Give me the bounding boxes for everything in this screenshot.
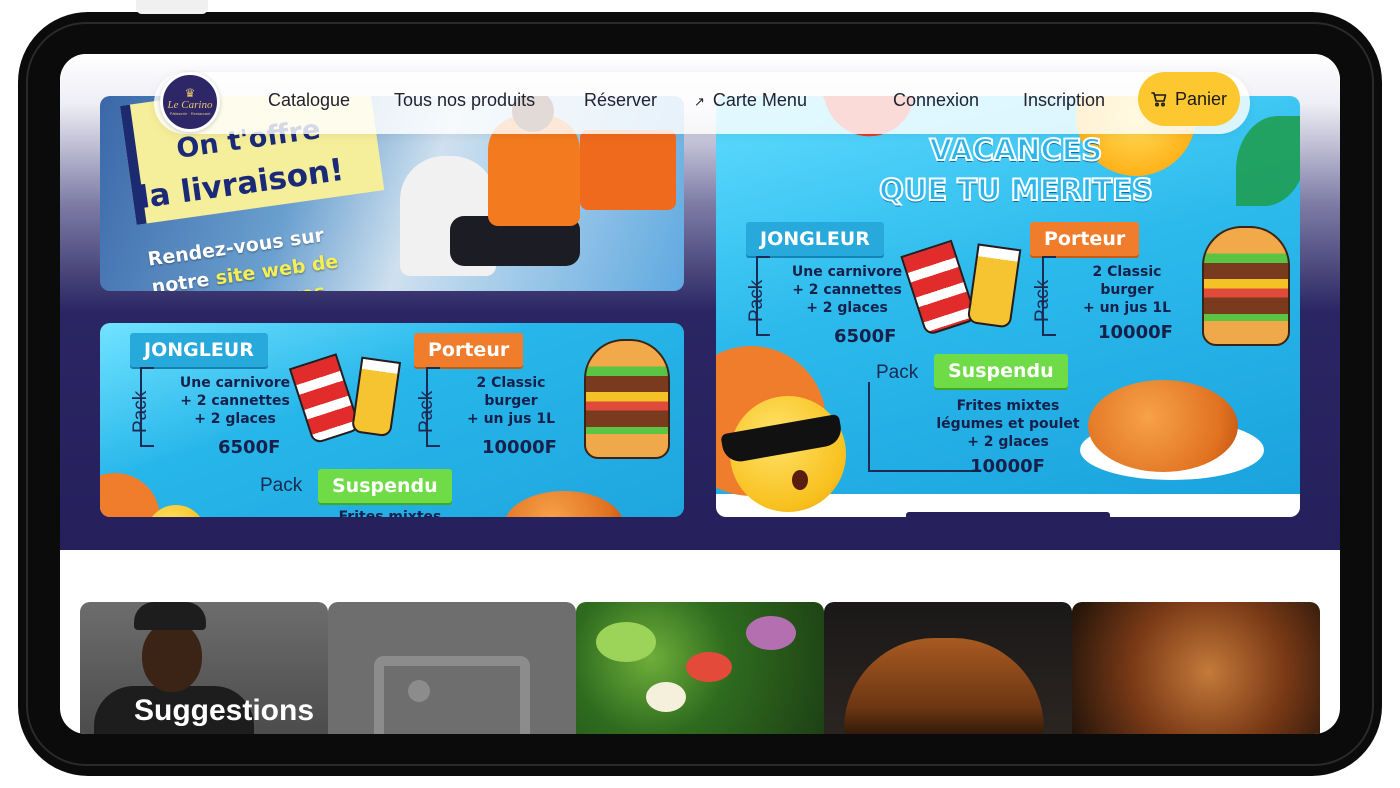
cart-button[interactable]: Panier [1138,72,1240,126]
bracket-porteur-large [1042,256,1056,336]
porteur-line-1: 2 Classic [476,375,546,391]
suspendu-large-line-3: + 2 glaces [967,434,1049,450]
juice-cup-large-icon [966,243,1022,329]
packs-banner-small[interactable]: JONGLEUR Pack Une carnivore + 2 cannette… [100,323,684,517]
site-logo[interactable]: ♛ Le Carino Pâtisserie · Restaurant [160,72,220,132]
category-card-placeholder[interactable] [328,602,576,734]
tag-jongleur: JONGLEUR [130,333,268,367]
nav-catalogue[interactable]: Catalogue [268,90,350,111]
chef-face [142,622,202,692]
jongleur-line-1: Une carnivore [179,375,291,391]
porteur-large-line-1: 2 Classic [1092,264,1162,280]
porteur-large-line-3: + un jus 1L [1082,300,1172,316]
jongleur-large-price: 6500F [834,326,897,347]
feta-cube [646,682,686,712]
juice-cup-icon [350,356,402,438]
category-label-suggestions: Suggestions [134,694,315,727]
soda-cup-icon [288,353,362,445]
burger-photo [844,638,1044,734]
suspendu-large-price: 10000F [970,456,1045,477]
suspendu-line-1: Frites mixtes [338,509,442,517]
jongleur-price: 6500F [218,437,281,458]
soda-cup-large-icon [900,239,978,337]
nav-inscription[interactable]: Inscription [1023,90,1105,111]
jongleur-large-line-1: Une carnivore [791,264,903,280]
image-placeholder-sun [408,680,430,702]
packs-poster: VACANCES QUE TU MERITES JONGLEUR Pack Un… [716,96,1300,512]
delivery-text-line-2a: notre [150,267,218,291]
nav-carte-menu-label: Carte Menu [712,90,807,110]
top-notch [136,0,208,14]
palm-leaf-illustration [1236,116,1300,206]
nav-connexion[interactable]: Connexion [893,90,979,111]
suspendu-large-line-1: Frites mixtes [956,398,1060,414]
porteur-large-price: 10000F [1098,322,1173,343]
jongleur-line-3: + 2 glaces [194,411,276,427]
arrow-up-right-icon: ↗ [694,94,705,109]
suspendu-large-line-2: légumes et poulet [936,416,1080,432]
nav-carte-menu[interactable]: ↗ Carte Menu [694,90,807,111]
tag-porteur: Porteur [414,333,524,367]
porteur-line-3: + un jus 1L [466,411,556,427]
logo-name: Le Carino [167,99,213,111]
tomato-slice [686,652,732,682]
vacances-title: VACANCES QUE TU MERITES [866,130,1166,210]
burger-icon [584,339,670,459]
jongleur-large-line-2: + 2 cannettes [792,282,902,298]
porteur-large-line-2: burger [1100,282,1154,298]
jongleur-line-2: + 2 cannettes [180,393,290,409]
chef-hat [134,602,206,630]
packs-banner-large[interactable]: VACANCES QUE TU MERITES JONGLEUR Pack Un… [716,96,1300,517]
onion-slice [746,616,796,650]
bracket-jongleur [140,367,154,447]
nav-tous-nos-produits[interactable]: Tous nos produits [394,90,535,111]
cart-icon [1151,92,1167,107]
hero-section: On t'offre la livraison! Rendez-vous sur… [60,54,1340,550]
roast-chicken-large-icon [1088,380,1238,472]
browser-viewport: On t'offre la livraison! Rendez-vous sur… [60,54,1340,734]
banner-indicator [906,512,1110,517]
category-card-suggestions[interactable]: Suggestions [80,602,328,734]
vacances-title-line-1: VACANCES [929,132,1104,168]
delivery-text: Rendez-vous sur notre site web de notre … [146,214,385,291]
vacances-title-line-2: QUE TU MERITES [878,172,1154,208]
orange-splash [100,473,160,517]
image-placeholder-icon [374,656,530,734]
jongleur-large-line-3: + 2 glaces [806,300,888,316]
roast-chicken-icon [504,491,624,517]
crown-icon: ♛ [184,86,196,100]
pack-label-suspendu: Pack [260,475,303,496]
category-row: Suggestions [80,602,1320,734]
burger-large-icon [1202,226,1290,346]
top-navbar: ♛ Le Carino Pâtisserie · Restaurant Cata… [154,72,1250,134]
bracket-jongleur-large [756,256,770,336]
porteur-line-2: burger [484,393,538,409]
bracket-porteur [426,367,440,447]
tag-jongleur-large: JONGLEUR [746,222,884,256]
tag-suspendu: Suspendu [318,469,452,503]
category-card-pasta[interactable] [1072,602,1320,734]
nav-reserver[interactable]: Réserver [584,90,657,111]
category-card-salad[interactable] [576,602,824,734]
tag-porteur-large: Porteur [1030,222,1140,256]
surprised-mouth [792,470,808,490]
delivery-box [580,130,676,210]
tag-suspendu-large: Suspendu [934,354,1068,388]
salad-leaf [596,622,656,662]
cart-label: Panier [1174,88,1228,109]
category-card-burger[interactable] [824,602,1072,734]
pack-label-suspendu-large: Pack [876,362,919,383]
porteur-price: 10000F [482,437,557,458]
logo-subtitle: Pâtisserie · Restaurant [169,111,211,116]
